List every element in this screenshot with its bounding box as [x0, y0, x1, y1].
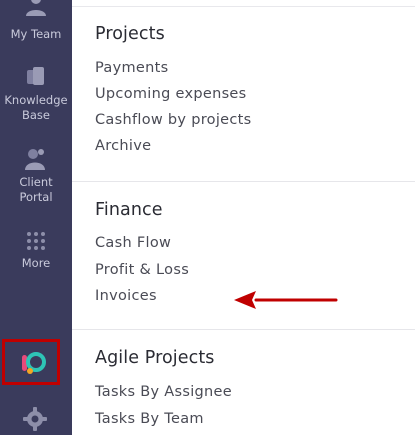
link-tasks-by-assignee[interactable]: Tasks By Assignee [95, 384, 232, 400]
link-cashflow-by-projects[interactable]: Cashflow by projects [95, 112, 252, 128]
link-payments[interactable]: Payments [95, 60, 168, 76]
sidebar: My Team Knowledge Base Client Portal Mor… [0, 0, 72, 435]
sidebar-item-label: Knowledge [4, 93, 68, 107]
section-title-finance: Finance [95, 200, 163, 220]
link-archive[interactable]: Archive [95, 138, 151, 154]
app-logo-icon [22, 352, 46, 374]
link-profit-loss[interactable]: Profit & Loss [95, 262, 189, 278]
link-tasks-by-team[interactable]: Tasks By Team [95, 411, 204, 427]
sidebar-item-my-team[interactable]: My Team [0, 0, 72, 48]
annotation-arrow-icon [234, 291, 338, 309]
link-upcoming-expenses[interactable]: Upcoming expenses [95, 86, 247, 102]
team-icon [26, 0, 46, 16]
sidebar-item-label-2: Base [21, 108, 50, 122]
divider [72, 6, 415, 7]
section-title-agile-projects: Agile Projects [95, 348, 215, 368]
sidebar-item-label: More [21, 256, 51, 270]
section-divider [72, 329, 415, 330]
section-divider [72, 181, 415, 182]
sidebar-item-label: Client [19, 175, 53, 189]
app-logo-button[interactable] [16, 349, 50, 379]
knowledge-base-icon [27, 67, 44, 85]
grid-dots-icon [27, 232, 45, 250]
sidebar-item-label: My Team [10, 27, 62, 41]
settings-button[interactable] [22, 406, 48, 432]
sidebar-item-more[interactable]: More [0, 228, 72, 274]
gear-icon [23, 407, 47, 431]
link-invoices[interactable]: Invoices [95, 288, 157, 304]
client-portal-icon [25, 149, 45, 170]
link-cash-flow[interactable]: Cash Flow [95, 235, 171, 251]
section-title-projects: Projects [95, 24, 165, 44]
sidebar-item-knowledge-base[interactable]: Knowledge Base [0, 62, 72, 124]
sidebar-item-label-2: Portal [19, 190, 53, 204]
sidebar-item-client-portal[interactable]: Client Portal [0, 144, 72, 206]
menu-panel: Projects Payments Upcoming expenses Cash… [72, 0, 415, 435]
